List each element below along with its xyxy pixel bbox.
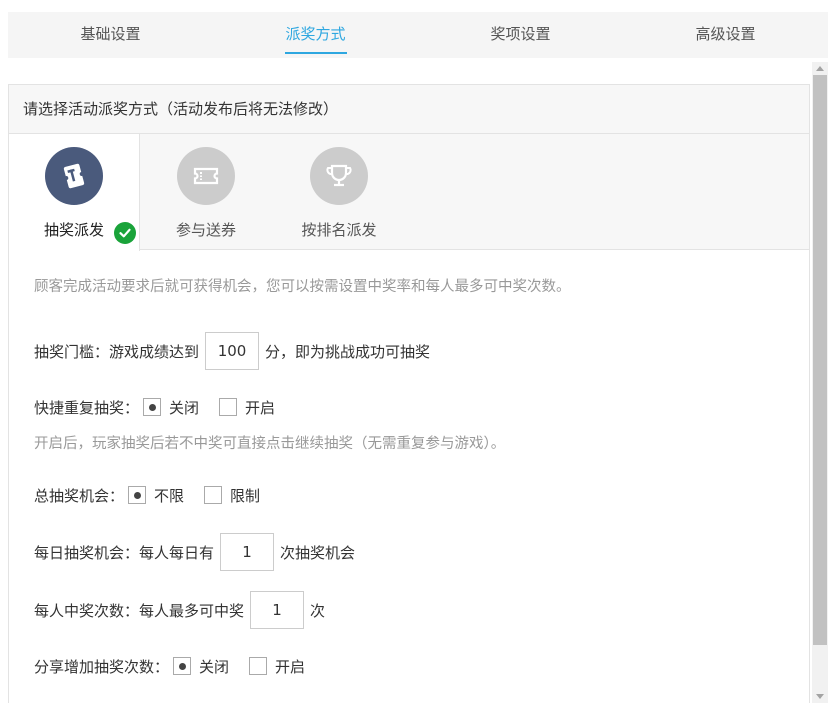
tab-prize-settings[interactable]: 奖项设置 — [418, 12, 623, 58]
threshold-prefix: 游戏成绩达到 — [109, 342, 200, 361]
daily-chances-label: 每日抽奖机会： — [34, 543, 140, 562]
lottery-ticket-icon — [45, 147, 103, 205]
scroll-down-arrow-icon[interactable] — [812, 691, 828, 703]
threshold-suffix: 分，即为挑战成功可抽奖 — [265, 342, 431, 361]
share-bonus-on-radio[interactable] — [249, 657, 268, 675]
coupon-icon — [177, 147, 235, 205]
share-bonus-off-radio[interactable] — [173, 657, 192, 675]
total-chances-unlimited-radio[interactable] — [128, 486, 147, 504]
top-tab-bar: 基础设置 派奖方式 奖项设置 高级设置 — [8, 12, 828, 58]
selected-check-icon — [114, 222, 136, 244]
share-bonus-on-label: 开启 — [275, 657, 306, 676]
scrollbar-thumb[interactable] — [813, 75, 827, 645]
quick-repeat-off-option[interactable]: 关闭 — [139, 397, 199, 418]
tab-advanced-settings[interactable]: 高级设置 — [623, 12, 828, 58]
daily-chances-suffix: 次抽奖机会 — [280, 543, 356, 562]
method-lottery[interactable]: 抽奖派发 — [9, 134, 140, 251]
tab-basic-settings[interactable]: 基础设置 — [8, 12, 213, 58]
total-chances-unlimited-option[interactable]: 不限 — [124, 485, 184, 506]
threshold-label: 抽奖门槛： — [34, 342, 110, 361]
win-times-row: 每人中奖次数： 每人最多可中奖 1 次 — [34, 591, 325, 629]
method-coupon-label: 参与送券 — [175, 221, 236, 239]
daily-chances-row: 每日抽奖机会： 每人每日有 1 次抽奖机会 — [34, 533, 355, 571]
quick-repeat-off-radio[interactable] — [143, 398, 162, 416]
scroll-up-arrow-icon[interactable] — [812, 62, 828, 74]
daily-chances-input[interactable]: 1 — [220, 533, 275, 571]
total-chances-unlimited-label: 不限 — [154, 486, 185, 505]
method-ranking[interactable]: 按排名派发 — [271, 134, 407, 250]
win-times-suffix: 次 — [310, 601, 326, 620]
method-ranking-label: 按排名派发 — [301, 221, 377, 239]
quick-repeat-note: 开启后，玩家抽奖后若不中奖可直接点击继续抽奖（无需重复参与游戏）。 — [34, 436, 506, 452]
total-chances-limited-radio[interactable] — [204, 486, 223, 504]
award-method-selector: 抽奖派发 参与送券 按排名派发 — [9, 134, 809, 251]
panel-title: 请选择活动派奖方式（活动发布后将无法修改） — [9, 85, 809, 134]
quick-repeat-label: 快捷重复抽奖： — [34, 398, 140, 417]
quick-repeat-on-label: 开启 — [245, 398, 276, 417]
share-bonus-off-label: 关闭 — [199, 657, 230, 676]
quick-repeat-off-label: 关闭 — [169, 398, 200, 417]
total-chances-label: 总抽奖机会： — [34, 486, 125, 505]
threshold-row: 抽奖门槛： 游戏成绩达到 100 分，即为挑战成功可抽奖 — [34, 332, 430, 370]
share-bonus-row: 分享增加抽奖次数： 关闭 开启 — [34, 655, 321, 677]
win-times-input[interactable]: 1 — [250, 591, 305, 629]
trophy-icon — [310, 147, 368, 205]
total-chances-limited-option[interactable]: 限制 — [200, 485, 260, 506]
share-bonus-on-option[interactable]: 开启 — [245, 656, 305, 677]
threshold-score-input[interactable]: 100 — [205, 332, 260, 370]
tab-award-method[interactable]: 派奖方式 — [213, 12, 418, 58]
intro-text: 顾客完成活动要求后就可获得机会，您可以按需设置中奖率和每人最多可中奖次数。 — [34, 279, 571, 295]
share-bonus-label: 分享增加抽奖次数： — [34, 657, 170, 676]
vertical-scrollbar[interactable] — [812, 62, 828, 703]
win-times-label: 每人中奖次数： — [34, 601, 140, 620]
quick-repeat-row: 快捷重复抽奖： 关闭 开启 — [34, 396, 291, 418]
total-chances-limited-label: 限制 — [230, 486, 261, 505]
method-coupon[interactable]: 参与送券 — [141, 134, 271, 250]
win-times-prefix: 每人最多可中奖 — [139, 601, 245, 620]
quick-repeat-on-radio[interactable] — [219, 398, 238, 416]
daily-chances-prefix: 每人每日有 — [139, 543, 215, 562]
quick-repeat-on-option[interactable]: 开启 — [215, 397, 275, 418]
total-chances-row: 总抽奖机会： 不限 限制 — [34, 484, 276, 506]
share-bonus-off-option[interactable]: 关闭 — [169, 656, 229, 677]
